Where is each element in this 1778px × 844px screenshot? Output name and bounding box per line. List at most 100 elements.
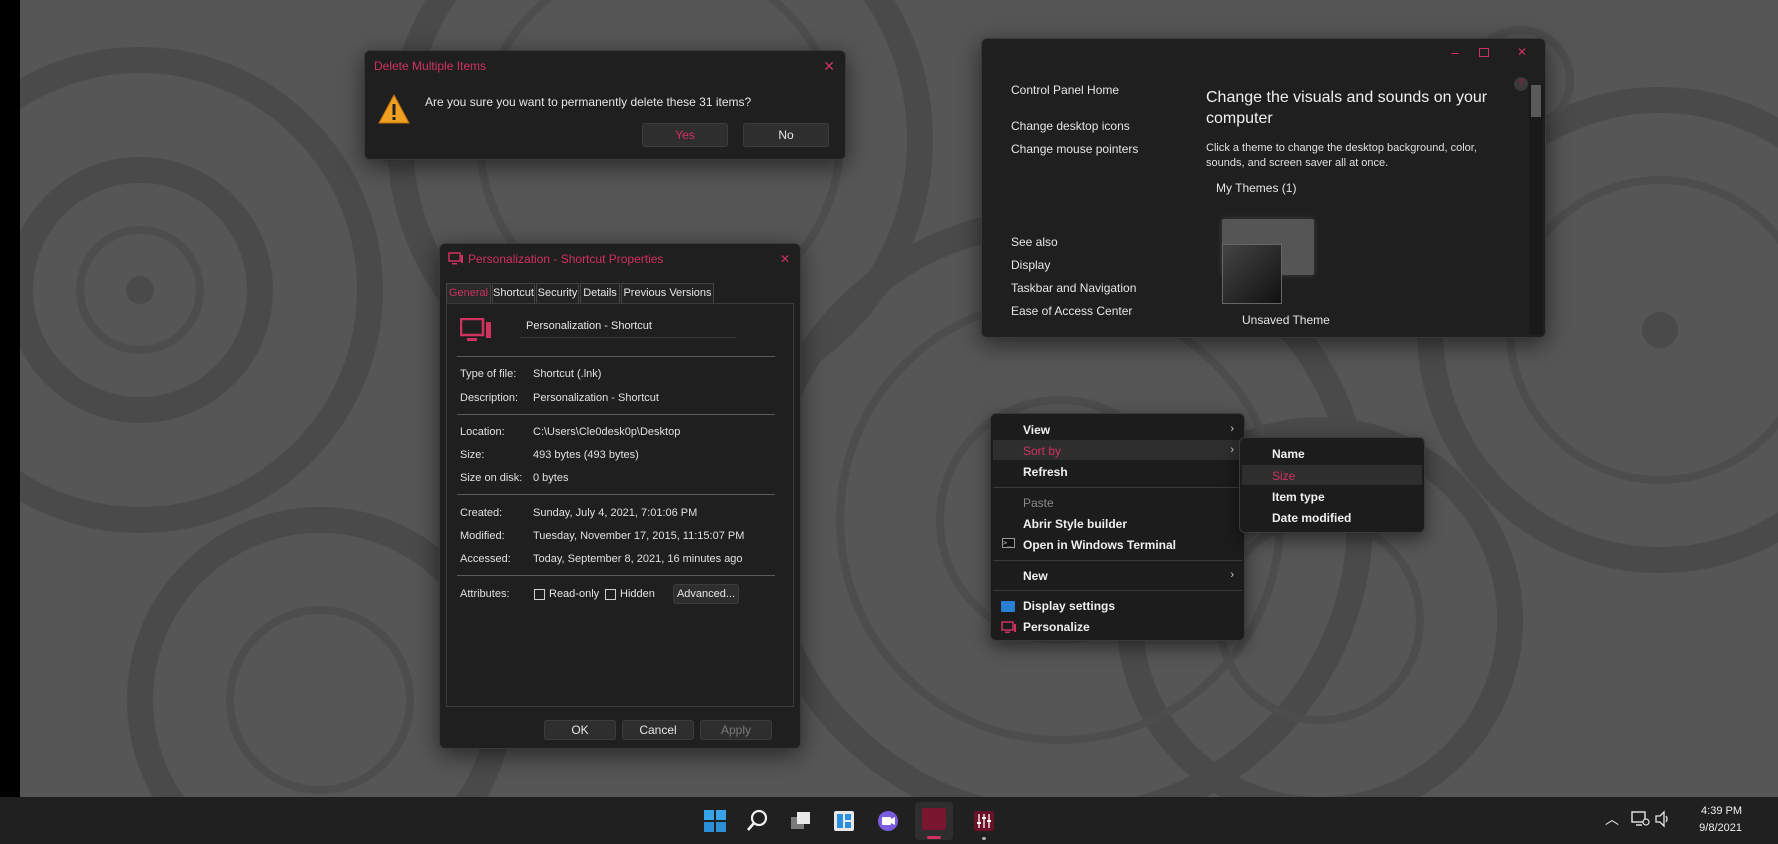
- size-on-disk-label: Size on disk:: [460, 472, 523, 484]
- cancel-button[interactable]: Cancel: [622, 720, 694, 740]
- size-label: Size:: [460, 449, 485, 461]
- see-also-label: See also: [1011, 235, 1058, 249]
- sort-item-name[interactable]: Name: [1272, 447, 1305, 461]
- readonly-checkbox[interactable]: [534, 589, 545, 600]
- close-icon[interactable]: ✕: [823, 59, 835, 73]
- accessed-label: Accessed:: [460, 553, 511, 565]
- separator: [457, 356, 775, 357]
- menu-separator: [993, 487, 1242, 488]
- separator: [457, 575, 775, 576]
- personalize-icon: [1001, 621, 1016, 633]
- accessed-value: Today, September 8, 2021, 16 minutes ago: [533, 553, 743, 565]
- theme-name[interactable]: Unsaved Theme: [1242, 313, 1330, 327]
- menu-item-open-terminal[interactable]: Open in Windows Terminal: [1023, 538, 1176, 552]
- taskbar-app-active[interactable]: [915, 802, 953, 840]
- apply-button[interactable]: Apply: [700, 720, 772, 740]
- name-field-value: Personalization - Shortcut: [526, 320, 652, 332]
- page-heading: Change the visuals and sounds on your co…: [1206, 89, 1488, 127]
- chevron-right-icon: ›: [1230, 423, 1234, 435]
- mixer-icon[interactable]: [969, 806, 999, 836]
- clock-date[interactable]: 9/8/2021: [1692, 822, 1742, 834]
- tab-previous-versions[interactable]: Previous Versions: [621, 283, 714, 303]
- start-windows-icon[interactable]: [700, 806, 730, 836]
- tab-general[interactable]: General: [446, 283, 491, 303]
- terminal-icon: >_: [1002, 538, 1015, 548]
- close-icon[interactable]: ✕: [780, 252, 790, 266]
- size-on-disk-value: 0 bytes: [533, 472, 569, 484]
- separator: [457, 414, 775, 415]
- yes-button[interactable]: Yes: [642, 123, 728, 147]
- network-icon[interactable]: [1630, 810, 1650, 828]
- control-panel-home-link[interactable]: Control Panel Home: [1011, 83, 1119, 97]
- change-desktop-icons-link[interactable]: Change desktop icons: [1011, 119, 1130, 133]
- dialog-title: Delete Multiple Items: [374, 59, 487, 73]
- no-button[interactable]: No: [743, 123, 829, 147]
- taskbar-navigation-link[interactable]: Taskbar and Navigation: [1011, 281, 1136, 295]
- chevron-right-icon: ›: [1230, 569, 1234, 581]
- my-themes-label: My Themes (1): [1216, 181, 1297, 195]
- modified-label: Modified:: [460, 530, 505, 542]
- separator: [457, 494, 775, 495]
- scrollbar-thumb[interactable]: [1531, 85, 1541, 117]
- menu-item-new[interactable]: New: [1023, 569, 1048, 583]
- modified-value: Tuesday, November 17, 2015, 11:15:07 PM: [533, 530, 745, 542]
- search-icon[interactable]: [742, 806, 772, 836]
- hidden-label: Hidden: [620, 588, 655, 600]
- change-mouse-pointers-link[interactable]: Change mouse pointers: [1011, 142, 1138, 156]
- properties-title: Personalization - Shortcut Properties: [468, 252, 664, 266]
- ok-button[interactable]: OK: [544, 720, 616, 740]
- shortcut-file-icon: [460, 318, 491, 341]
- menu-item-abrir-style-builder[interactable]: Abrir Style builder: [1023, 517, 1127, 531]
- name-field[interactable]: Personalization - Shortcut: [520, 316, 736, 338]
- running-indicator: [982, 837, 986, 840]
- sort-by-submenu: Name Size Item type Date modified: [1239, 437, 1425, 533]
- theme-window-preview[interactable]: [1222, 244, 1282, 304]
- location-label: Location:: [460, 426, 505, 438]
- chat-icon[interactable]: [873, 806, 903, 836]
- sort-item-size[interactable]: Size: [1272, 469, 1295, 483]
- chevron-up-icon[interactable]: ︿: [1605, 809, 1619, 829]
- type-label: Type of file:: [460, 368, 517, 380]
- tab-shortcut[interactable]: Shortcut: [492, 283, 535, 303]
- scrollbar[interactable]: [1529, 85, 1543, 335]
- created-label: Created:: [460, 507, 503, 519]
- sort-item-type[interactable]: Item type: [1272, 490, 1325, 504]
- menu-item-sort-by[interactable]: Sort by: [1023, 444, 1061, 458]
- help-icon[interactable]: ?: [1514, 77, 1528, 91]
- readonly-label: Read-only: [549, 588, 600, 600]
- maximize-icon[interactable]: [1479, 48, 1489, 57]
- menu-item-paste[interactable]: Paste: [1023, 496, 1054, 510]
- display-link[interactable]: Display: [1011, 258, 1050, 272]
- tab-security[interactable]: Security: [536, 283, 579, 303]
- tab-details[interactable]: Details: [580, 283, 620, 303]
- warning-icon: [378, 93, 410, 124]
- shortcut-properties-window: Personalization - Shortcut Properties ✕ …: [439, 243, 801, 749]
- taskbar: ︿ 4:39 PM 9/8/2021: [0, 797, 1778, 844]
- menu-item-display-settings[interactable]: Display settings: [1023, 599, 1115, 613]
- chevron-right-icon: ›: [1230, 444, 1234, 456]
- page-description: Click a theme to change the desktop back…: [1206, 142, 1477, 169]
- sort-item-date-modified[interactable]: Date modified: [1272, 511, 1351, 525]
- clock-time[interactable]: 4:39 PM: [1692, 805, 1742, 817]
- hidden-checkbox[interactable]: [605, 589, 616, 600]
- size-value: 493 bytes (493 bytes): [533, 449, 639, 461]
- dialog-message: Are you sure you want to permanently del…: [425, 95, 752, 109]
- attributes-label: Attributes:: [460, 588, 510, 600]
- ease-of-access-link[interactable]: Ease of Access Center: [1011, 304, 1132, 318]
- menu-separator: [993, 590, 1242, 591]
- menu-item-personalize[interactable]: Personalize: [1023, 620, 1090, 634]
- volume-icon[interactable]: [1654, 810, 1672, 828]
- widgets-icon[interactable]: [829, 806, 859, 836]
- advanced-button[interactable]: Advanced...: [673, 584, 739, 604]
- active-indicator: [927, 836, 941, 839]
- minimize-icon[interactable]: –: [1451, 44, 1459, 60]
- description-label: Description:: [460, 392, 519, 404]
- menu-separator: [993, 560, 1242, 561]
- menu-item-highlight: [1242, 465, 1422, 485]
- monitor-icon: [448, 252, 463, 265]
- menu-item-refresh[interactable]: Refresh: [1023, 465, 1068, 479]
- menu-item-view[interactable]: View: [1023, 423, 1050, 437]
- close-icon[interactable]: ✕: [1517, 45, 1527, 59]
- location-value: C:\Users\Cle0desk0p\Desktop: [533, 426, 681, 438]
- task-view-icon[interactable]: [786, 806, 816, 836]
